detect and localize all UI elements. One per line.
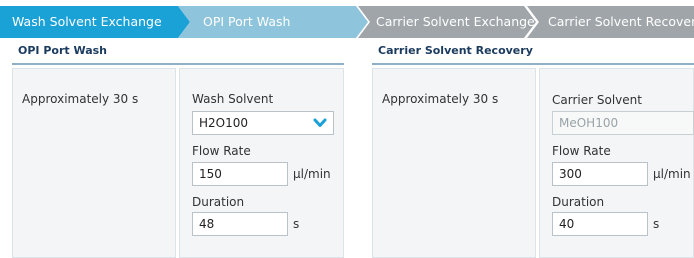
opi-port-wash-section: OPI Port Wash Approximately 30 s Wash So… [12, 38, 344, 258]
section-title: OPI Port Wash [18, 44, 108, 57]
step-carrier-solvent-exchange[interactable]: Carrier Solvent Exchange [358, 6, 536, 38]
step-label: Wash Solvent Exchange [12, 14, 162, 29]
duration-input[interactable]: 48 [192, 212, 288, 236]
duration-unit: s [653, 217, 660, 231]
duration-input[interactable]: 40 [552, 212, 648, 236]
wash-solvent-select[interactable]: H2O100 [192, 111, 334, 135]
settings-panel: Wash Solvent H2O100 Flow Rate 150 µl/min… [179, 68, 344, 258]
wash-solvent-label: Wash Solvent [192, 92, 274, 106]
step-opi-port-wash[interactable]: OPI Port Wash [178, 6, 368, 38]
duration-label: Duration [552, 195, 605, 209]
step-label: Carrier Solvent Recovery [548, 14, 694, 29]
carrier-solvent-label: Carrier Solvent [552, 93, 642, 107]
section-title: Carrier Solvent Recovery [378, 44, 533, 57]
workflow-steps: Wash Solvent Exchange OPI Port Wash Carr… [0, 6, 694, 38]
section-divider [12, 63, 344, 65]
duration-estimate: Approximately 30 s [22, 92, 139, 106]
duration-estimate: Approximately 30 s [382, 92, 499, 106]
chevron-down-icon[interactable] [313, 116, 327, 130]
duration-label: Duration [192, 195, 245, 209]
step-label: OPI Port Wash [203, 14, 291, 29]
step-wash-solvent-exchange[interactable]: Wash Solvent Exchange [0, 6, 190, 38]
flow-rate-unit: µl/min [293, 167, 331, 181]
flow-rate-input[interactable]: 300 [552, 162, 648, 186]
flow-rate-unit: µl/min [653, 167, 691, 181]
section-divider [372, 63, 694, 65]
carrier-solvent-recovery-section: Carrier Solvent Recovery Approximately 3… [372, 38, 694, 258]
flow-rate-label: Flow Rate [552, 144, 611, 158]
carrier-solvent-field: MeOH100 [552, 111, 694, 135]
info-panel: Approximately 30 s [372, 68, 536, 258]
wash-solvent-value: H2O100 [199, 116, 249, 130]
flow-rate-input[interactable]: 150 [192, 162, 288, 186]
duration-unit: s [293, 217, 300, 231]
step-label: Carrier Solvent Exchange [376, 14, 535, 29]
step-carrier-solvent-recovery[interactable]: Carrier Solvent Recovery [527, 6, 694, 38]
settings-panel: Carrier Solvent MeOH100 Flow Rate 300 µl… [539, 68, 694, 258]
info-panel: Approximately 30 s [12, 68, 176, 258]
flow-rate-label: Flow Rate [192, 144, 251, 158]
